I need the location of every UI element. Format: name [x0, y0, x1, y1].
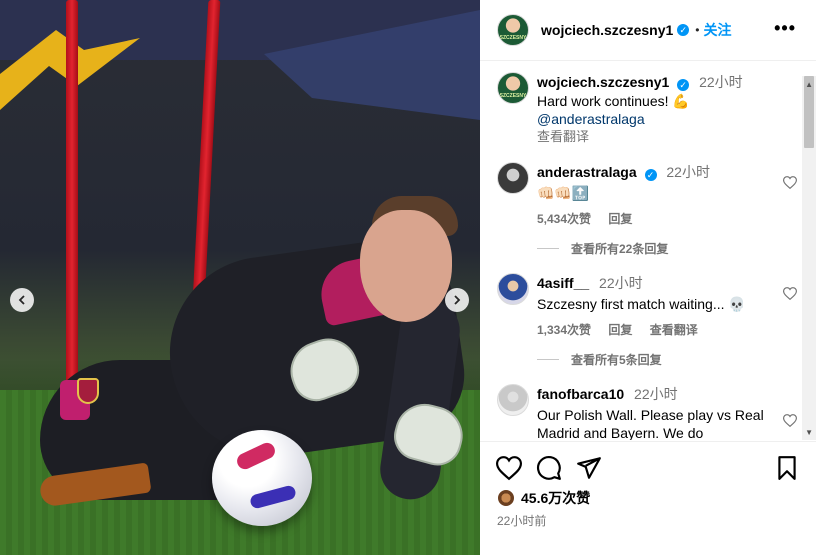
caption-mention[interactable]: @anderastralaga — [537, 110, 787, 128]
verified-badge-icon: ✓ — [677, 24, 690, 36]
comment-time: 22小时 — [599, 275, 643, 291]
translate-link[interactable]: 查看翻译 — [650, 323, 698, 337]
avatar-logo-text: SZCZESNY — [499, 35, 527, 41]
likes-row[interactable]: 45.6万次赞 — [497, 488, 590, 508]
comment-item: fanofbarca10 22小时 Our Polish Wall. Pleas… — [497, 384, 798, 440]
post-side-panel: SZCZESNY wojciech.szczesny1 ✓ • 关注 ••• S… — [480, 0, 816, 555]
comment-icon[interactable] — [536, 455, 562, 481]
caption-translate-link[interactable]: 查看翻译 — [537, 128, 787, 146]
avatar-logo-text: SZCZESNY — [499, 93, 527, 99]
view-replies-link[interactable]: 查看所有5条回复 — [537, 351, 662, 368]
chevron-right-icon — [454, 295, 461, 305]
comment-item: anderastralaga ✓ 22小时 👊🏻👊🏻🔝 5,434次赞 回复 — [497, 162, 798, 226]
carousel-prev-button[interactable] — [10, 288, 34, 312]
comment-like-icon[interactable] — [782, 414, 798, 430]
chevron-left-icon — [18, 295, 25, 305]
author-username[interactable]: wojciech.szczesny1 — [541, 22, 673, 38]
verified-badge-icon: ✓ — [644, 169, 657, 181]
verified-badge-icon: ✓ — [677, 79, 690, 91]
post-image[interactable] — [0, 0, 480, 555]
author-avatar[interactable]: SZCZESNY — [497, 72, 529, 104]
bookmark-icon[interactable] — [774, 455, 800, 481]
carousel-next-button[interactable] — [445, 288, 469, 312]
comment-username[interactable]: fanofbarca10 — [537, 386, 624, 402]
comment-time: 22小时 — [634, 386, 678, 402]
club-crest — [77, 378, 99, 404]
comment-time: 22小时 — [666, 164, 710, 180]
share-icon[interactable] — [576, 455, 602, 481]
scroll-down-arrow-icon[interactable]: ▼ — [805, 428, 813, 437]
commenter-avatar[interactable] — [497, 273, 529, 305]
dot-separator: • — [695, 23, 700, 37]
author-avatar[interactable]: SZCZESNY — [497, 14, 529, 46]
reply-button[interactable]: 回复 — [608, 212, 632, 226]
commenter-avatar[interactable] — [497, 384, 529, 416]
reply-button[interactable]: 回复 — [608, 323, 632, 337]
comment-text: 👊🏻👊🏻🔝 — [537, 185, 590, 201]
caption-username[interactable]: wojciech.szczesny1 — [537, 74, 669, 90]
comment-like-icon[interactable] — [782, 287, 798, 303]
caption-text: Hard work continues! 💪 — [537, 93, 690, 109]
view-replies-link[interactable]: 查看所有22条回复 — [537, 240, 668, 257]
caption: SZCZESNY wojciech.szczesny1 ✓ 22小时 Hard … — [497, 72, 797, 144]
caption-time: 22小时 — [699, 74, 743, 90]
comment-username[interactable]: 4asiff__ — [537, 275, 589, 291]
goalkeeper-head — [360, 210, 452, 322]
comment-text: Our Polish Wall. Please play vs Real Mad… — [537, 407, 764, 440]
more-options-button[interactable]: ••• — [774, 18, 796, 39]
post-actions-bar: 45.6万次赞 22小时前 — [480, 441, 816, 555]
post-timestamp: 22小时前 — [497, 514, 547, 528]
comment-like-icon[interactable] — [782, 176, 798, 192]
scroll-up-arrow-icon[interactable]: ▲ — [805, 80, 813, 89]
commenter-avatar[interactable] — [497, 162, 529, 194]
comment-text: Szczesny first match waiting... 💀 — [537, 296, 746, 312]
comment-like-count[interactable]: 1,334次赞 — [537, 323, 591, 337]
post-header: SZCZESNY wojciech.szczesny1 ✓ • 关注 ••• — [480, 0, 816, 61]
comment-item: 4asiff__ 22小时 Szczesny first match waiti… — [497, 273, 798, 337]
comment-username[interactable]: anderastralaga — [537, 164, 637, 180]
heart-icon[interactable] — [496, 455, 522, 481]
comments-list[interactable]: SZCZESNY wojciech.szczesny1 ✓ 22小时 Hard … — [480, 62, 800, 440]
follow-button[interactable]: 关注 — [704, 20, 732, 40]
comment-like-count[interactable]: 5,434次赞 — [537, 212, 591, 226]
liker-avatar — [497, 489, 515, 507]
like-count[interactable]: 45.6万次赞 — [521, 488, 590, 508]
